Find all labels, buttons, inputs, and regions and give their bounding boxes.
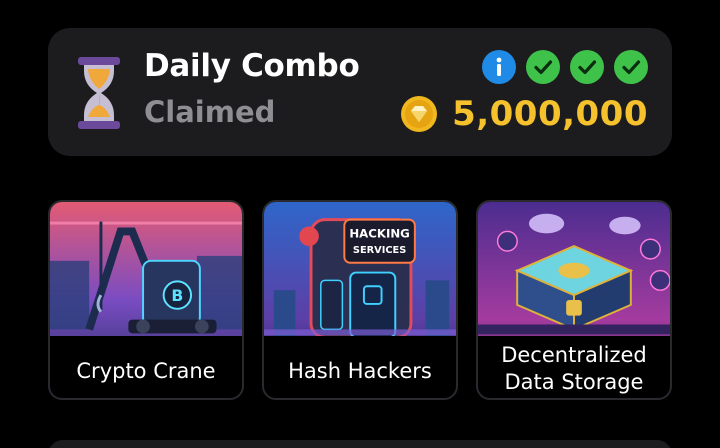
combo-status: Claimed [144,95,276,129]
reward: 5,000,000 [400,94,648,134]
next-card-edge [48,440,672,448]
card-label: Crypto Crane [50,336,242,398]
check-icon [614,50,648,84]
sign-text-line: HACKING [349,226,410,240]
check-icon [526,50,560,84]
card-hash-hackers[interactable]: HACKING SERVICES Hash Hackers [262,200,458,400]
info-icon[interactable] [482,50,516,84]
reward-amount: 5,000,000 [452,94,648,134]
combo-title: Daily Combo [144,48,360,84]
combo-cards: B Crypto Crane HACKING SERVICES Hash Hac… [48,200,672,402]
card-crypto-crane[interactable]: B Crypto Crane [48,200,244,400]
daily-combo-card: Daily Combo Claimed 5,000,000 [48,28,672,156]
card-label-line: Data Storage [504,370,644,394]
card-label-line: Hash Hackers [288,358,432,383]
combo-badges [482,50,648,84]
svg-text:B: B [171,286,183,305]
hourglass-icon [78,57,120,129]
card-label-line: Decentralized [501,343,647,367]
card-label: Decentralized Data Storage [478,336,670,398]
card-decentralized-data-storage[interactable]: Decentralized Data Storage [476,200,672,400]
card-label: Hash Hackers [264,336,456,398]
sign-text-line: SERVICES [353,245,406,256]
card-label-line: Crypto Crane [76,358,216,383]
check-icon [570,50,604,84]
coin-icon [401,96,438,132]
